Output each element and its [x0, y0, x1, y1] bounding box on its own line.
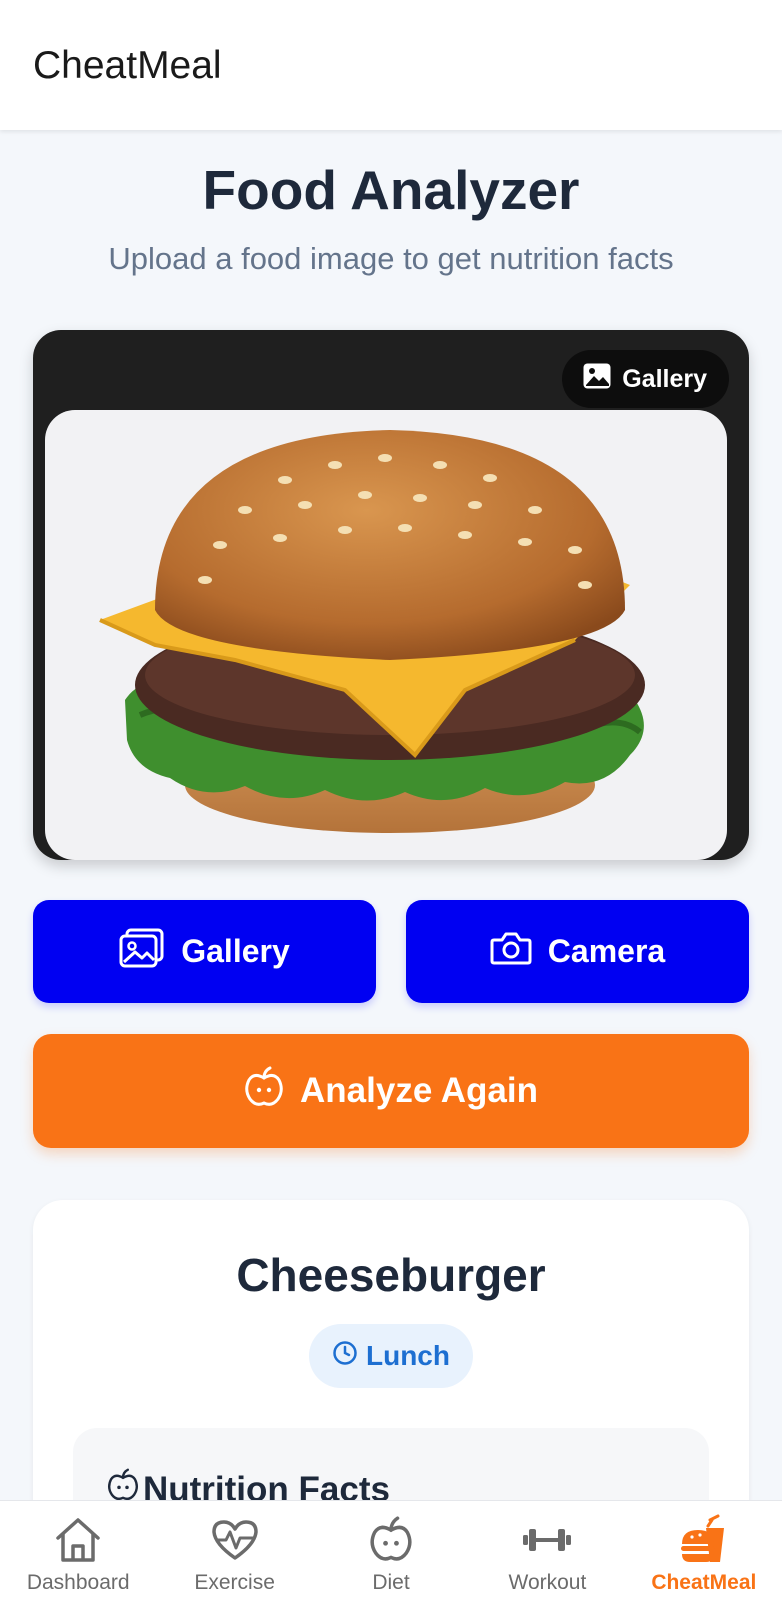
food-name: Cheeseburger	[236, 1249, 546, 1301]
analyze-button-label: Analyze Again	[300, 1071, 538, 1110]
app-bar: CheatMeal	[0, 0, 782, 130]
analyze-again-button[interactable]: Analyze Again	[33, 1034, 749, 1148]
heart-pulse-icon	[210, 1515, 260, 1565]
apple-icon	[244, 1066, 284, 1117]
cheeseburger-image	[99, 430, 645, 833]
dumbbell-icon	[521, 1515, 573, 1565]
camera-button[interactable]: Camera	[406, 900, 749, 1003]
gallery-icon	[119, 928, 165, 976]
page-subtitle: Upload a food image to get nutrition fac…	[108, 241, 674, 276]
camera-button-label: Camera	[547, 933, 666, 969]
clock-icon	[332, 1340, 358, 1373]
nav-item-workout[interactable]: Workout	[469, 1501, 625, 1600]
camera-icon	[490, 931, 532, 973]
preview-chip-label: Gallery	[622, 364, 707, 393]
burger-drink-icon	[678, 1514, 730, 1565]
gallery-button[interactable]: Gallery	[33, 900, 376, 1003]
nav-label-exercise: Exercise	[194, 1571, 275, 1594]
image-preview: Gallery	[33, 330, 749, 860]
preview-gallery-chip[interactable]: Gallery	[562, 350, 729, 408]
nav-label-cheatmeal: CheatMeal	[651, 1571, 757, 1594]
nav-label-dashboard: Dashboard	[26, 1571, 130, 1594]
nav-item-diet[interactable]: Diet	[313, 1501, 469, 1600]
home-icon	[53, 1515, 103, 1565]
image-icon	[582, 362, 612, 397]
nav-item-dashboard[interactable]: Dashboard	[0, 1501, 156, 1600]
nav-label-workout: Workout	[508, 1571, 587, 1594]
nav-item-exercise[interactable]: Exercise	[156, 1501, 312, 1600]
nav-item-cheatmeal[interactable]: CheatMeal	[626, 1501, 782, 1600]
page-title: Food Analyzer	[202, 159, 580, 221]
apple-icon	[369, 1515, 413, 1565]
app-title: CheatMeal	[33, 44, 222, 87]
food-photo	[45, 410, 727, 860]
meal-type-label: Lunch	[366, 1340, 450, 1371]
bottom-navigation: Dashboard Exercise Diet Workout CheatMea…	[0, 1500, 782, 1600]
meal-type-badge: Lunch	[309, 1324, 473, 1388]
nav-label-diet: Diet	[372, 1571, 410, 1594]
gallery-button-label: Gallery	[181, 933, 290, 969]
